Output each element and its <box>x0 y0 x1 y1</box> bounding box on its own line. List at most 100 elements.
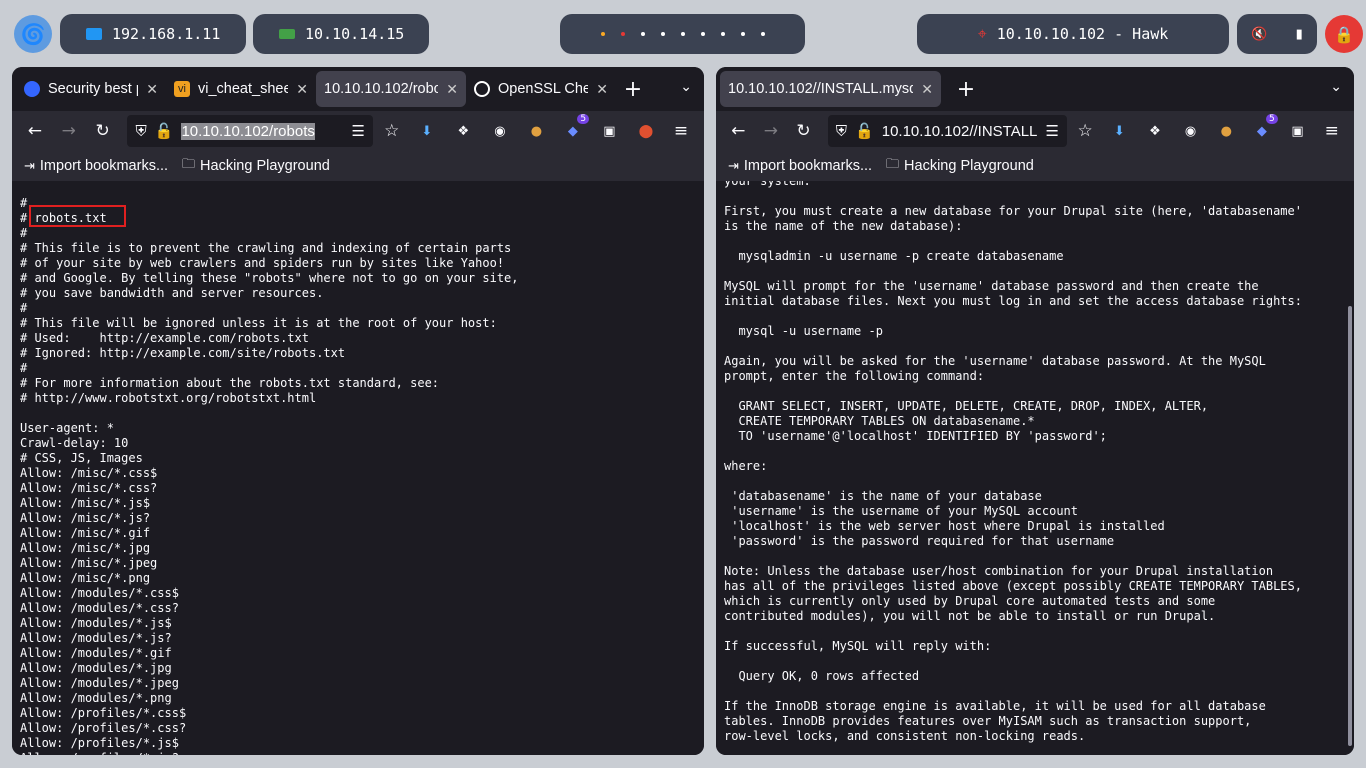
url-bar[interactable]: ⛨ 🔓 10.10.10.102//INSTALL ☰ <box>827 115 1067 147</box>
insecure-lock-icon[interactable]: 🔓 <box>855 122 874 140</box>
tab-bar: Security best pr ✕ vi vi_cheat_sheet ✕ 1… <box>12 67 704 111</box>
import-bookmarks[interactable]: ⇥ Import bookmarks... <box>24 158 168 174</box>
tab-security[interactable]: Security best pr ✕ <box>16 71 166 107</box>
new-tab-button[interactable]: + <box>616 77 650 102</box>
local-ip-pill: 192.168.1.11 <box>60 14 246 54</box>
workspace-dot[interactable] <box>620 32 625 36</box>
new-tab-button[interactable]: + <box>949 77 983 102</box>
extensions-icon[interactable]: ❖ <box>1145 120 1165 142</box>
addon-icon[interactable]: ◆ 5 <box>563 114 590 142</box>
bookmark-star-icon[interactable]: ☆ <box>1071 115 1100 147</box>
forward-button[interactable]: → <box>54 115 84 147</box>
bookmark-star-icon[interactable]: ☆ <box>377 115 407 147</box>
laptop-icon <box>279 29 295 39</box>
shield-icon[interactable]: ⛨ <box>135 123 146 140</box>
menu-icon[interactable]: ≡ <box>666 115 696 147</box>
workspace-dot[interactable] <box>760 32 765 36</box>
left-browser-window: Security best pr ✕ vi vi_cheat_sheet ✕ 1… <box>12 67 704 755</box>
tab-vi-cheat[interactable]: vi vi_cheat_sheet ✕ <box>166 71 316 107</box>
install-text: your system. First, you must create a ne… <box>724 181 1302 743</box>
os-menu-icon[interactable]: 🌀 <box>14 15 52 53</box>
page-content: # # robots.txt # # This file is to preve… <box>12 181 704 755</box>
scrollbar[interactable] <box>1348 306 1352 746</box>
cookie-icon[interactable]: ● <box>526 120 547 142</box>
workspace-dot[interactable] <box>680 32 685 36</box>
foxyproxy-icon[interactable]: ◉ <box>490 120 511 142</box>
folder-icon: 🗀 <box>182 156 196 171</box>
page-content: your system. First, you must create a ne… <box>716 181 1354 755</box>
reader-view-icon[interactable]: ☰ <box>351 122 364 140</box>
workspace-dot[interactable] <box>720 32 725 36</box>
tab-install-mysql[interactable]: 10.10.10.102//INSTALL.mysql ✕ <box>720 71 941 107</box>
wappalyzer-icon[interactable]: ▣ <box>599 120 620 142</box>
reader-view-icon[interactable]: ☰ <box>1045 122 1058 140</box>
openssl-icon <box>474 81 490 97</box>
addon-badge: 5 <box>1266 114 1278 124</box>
bookmark-folder[interactable]: 🗀 Hacking Playground <box>886 155 1034 177</box>
workspace-switcher[interactable] <box>560 14 805 54</box>
back-button[interactable]: ← <box>724 115 753 147</box>
workspace-dot[interactable] <box>660 32 665 36</box>
tab-openssl[interactable]: OpenSSL Cheat ✕ <box>466 71 616 107</box>
burp-icon[interactable]: ⬤ <box>636 120 657 142</box>
robots-text: # # robots.txt # # This file is to preve… <box>20 196 519 755</box>
workspace-dot[interactable] <box>640 32 645 36</box>
extensions-icon[interactable]: ❖ <box>453 120 474 142</box>
addon-badge: 5 <box>577 114 590 124</box>
import-icon: ⇥ <box>728 158 739 173</box>
bookmarks-bar: ⇥ Import bookmarks... 🗀 Hacking Playground <box>716 151 1354 181</box>
target-icon: ⌖ <box>977 24 987 43</box>
target-pill: ⌖ 10.10.10.102 - Hawk <box>917 14 1229 54</box>
reload-button[interactable]: ↻ <box>789 115 818 147</box>
workspace-dot[interactable] <box>700 32 705 36</box>
vpn-ip-label: 10.10.14.15 <box>305 25 405 43</box>
close-icon[interactable]: ✕ <box>446 81 458 98</box>
mute-icon[interactable]: 🔇 <box>1251 27 1267 42</box>
chevron-down-icon[interactable]: ⌄ <box>1330 79 1342 95</box>
shield-icon <box>24 81 40 97</box>
chevron-down-icon[interactable]: ⌄ <box>680 79 692 95</box>
vi-icon: vi <box>174 81 190 97</box>
folder-icon: 🗀 <box>886 156 900 171</box>
wappalyzer-icon[interactable]: ▣ <box>1288 120 1308 142</box>
insecure-lock-icon[interactable]: 🔓 <box>155 122 174 140</box>
forward-button[interactable]: → <box>757 115 786 147</box>
close-icon[interactable]: ✕ <box>596 81 608 98</box>
lock-icon[interactable]: 🔒 <box>1325 15 1363 53</box>
shield-icon[interactable]: ⛨ <box>836 123 847 140</box>
import-bookmarks[interactable]: ⇥ Import bookmarks... <box>728 158 872 174</box>
close-icon[interactable]: ✕ <box>296 81 308 98</box>
battery-icon: ▮ <box>1295 26 1303 42</box>
tab-bar: 10.10.10.102//INSTALL.mysql ✕ + ⌄ <box>716 67 1354 111</box>
workspace-dot[interactable] <box>740 32 745 36</box>
close-icon[interactable]: ✕ <box>921 81 933 98</box>
close-icon[interactable]: ✕ <box>146 81 158 98</box>
foxyproxy-icon[interactable]: ◉ <box>1181 120 1201 142</box>
tab-robots[interactable]: 10.10.10.102/robots ✕ <box>316 71 466 107</box>
addon-icon[interactable]: ◆ 5 <box>1252 114 1278 142</box>
download-icon[interactable]: ⬇ <box>417 120 438 142</box>
target-label: 10.10.10.102 - Hawk <box>996 25 1169 43</box>
workspace-dot[interactable] <box>600 32 605 36</box>
cookie-icon[interactable]: ● <box>1216 120 1236 142</box>
url-text[interactable]: 10.10.10.102/robots <box>181 122 343 140</box>
url-text[interactable]: 10.10.10.102//INSTALL <box>882 123 1038 140</box>
menu-icon[interactable]: ≡ <box>1317 115 1346 147</box>
network-icon <box>86 28 102 40</box>
nav-bar: ← → ↻ ⛨ 🔓 10.10.10.102/robots ☰ ☆ ⬇ ❖ ◉ … <box>12 111 704 151</box>
tab-label: vi_cheat_sheet <box>198 81 289 97</box>
reload-button[interactable]: ↻ <box>88 115 118 147</box>
nav-bar: ← → ↻ ⛨ 🔓 10.10.10.102//INSTALL ☰ ☆ ⬇ ❖ … <box>716 111 1354 151</box>
highlight-box <box>29 205 126 227</box>
download-icon[interactable]: ⬇ <box>1109 120 1129 142</box>
vpn-ip-pill: 10.10.14.15 <box>253 14 429 54</box>
import-icon: ⇥ <box>24 158 35 173</box>
tab-label: 10.10.10.102/robots <box>324 81 439 97</box>
bookmarks-bar: ⇥ Import bookmarks... 🗀 Hacking Playground <box>12 151 704 181</box>
back-button[interactable]: ← <box>20 115 50 147</box>
status-tray: 🔇 ▮ <box>1237 14 1317 54</box>
url-bar[interactable]: ⛨ 🔓 10.10.10.102/robots ☰ <box>127 115 373 147</box>
local-ip-label: 192.168.1.11 <box>112 25 221 43</box>
bookmark-folder[interactable]: 🗀 Hacking Playground <box>182 155 330 177</box>
tab-label: Security best pr <box>48 81 138 97</box>
